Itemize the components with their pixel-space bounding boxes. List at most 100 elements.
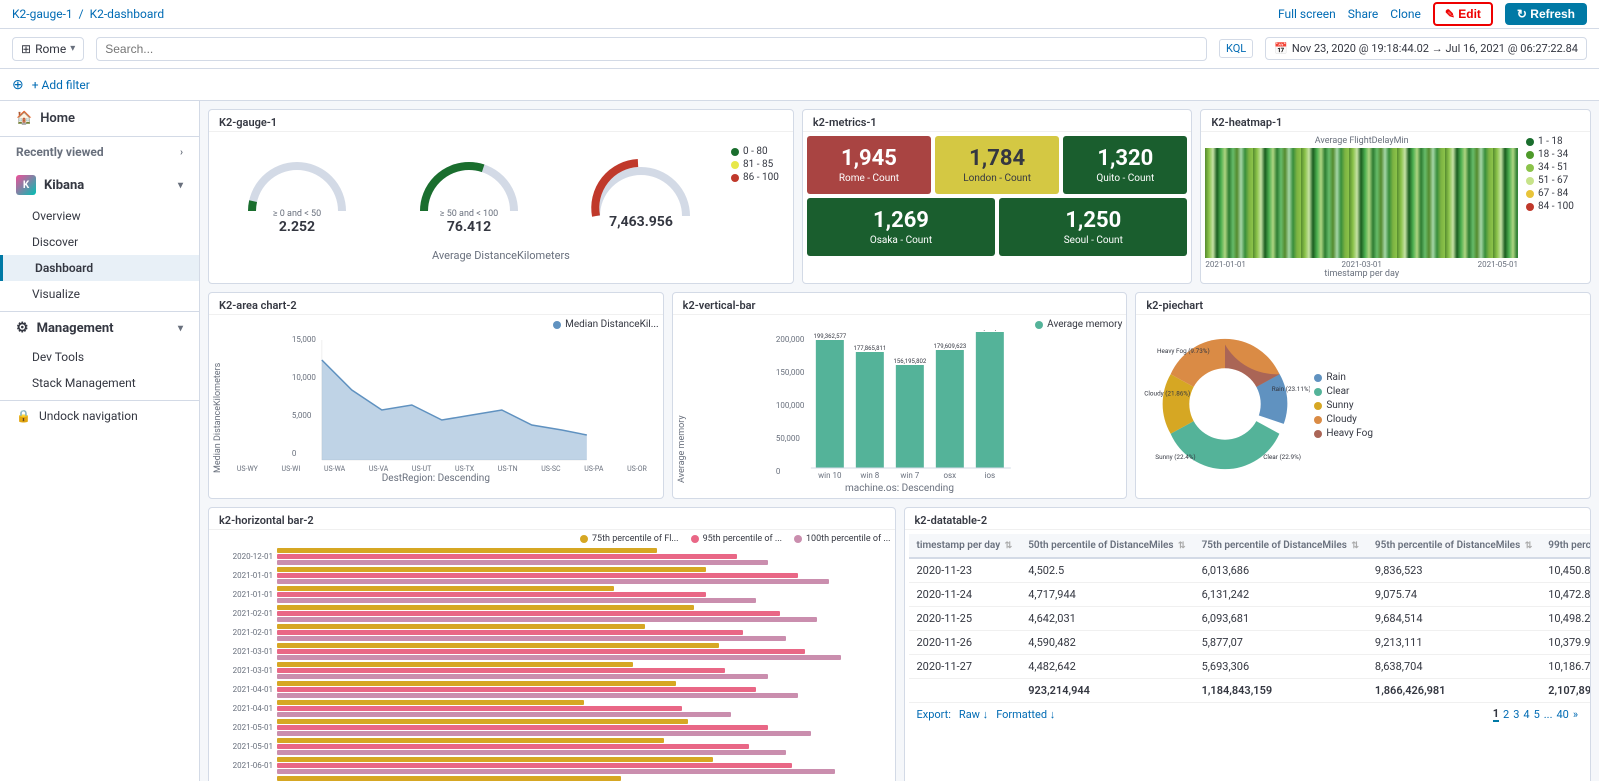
horizbar2-inner: 2020-12-01 2021-01-01 2021-01-01 2021-02… xyxy=(213,548,891,781)
cell-99: 10,498.26 xyxy=(1540,607,1590,631)
svg-text:Sunny (22.4%): Sunny (22.4%) xyxy=(1156,453,1196,461)
refresh-button[interactable]: ↻ Refresh xyxy=(1505,3,1587,25)
col-timestamp[interactable]: timestamp per day ⇅ xyxy=(909,534,1021,558)
heatmap-xtick-3: 2021-05-01 xyxy=(1478,260,1518,269)
legend-item-1: 0 - 80 xyxy=(731,146,779,157)
col-95th[interactable]: 95th percentile of DistanceMiles ⇅ xyxy=(1367,534,1540,558)
export-raw-link[interactable]: Raw ↓ xyxy=(959,708,988,721)
hbar-95-6 xyxy=(277,649,805,654)
page-1[interactable]: 1 xyxy=(1493,707,1499,722)
page-40[interactable]: 40 xyxy=(1556,708,1568,721)
hbar-legend-95: 95th percentile of ... xyxy=(691,534,782,544)
metrics1-panel: k2-metrics-1 1,945 Rome - Count 1,784 Lo… xyxy=(802,109,1193,284)
hbar-dot-100 xyxy=(794,535,802,543)
hbar-100-3 xyxy=(277,598,756,603)
pie-label-sunny: Sunny xyxy=(1326,400,1353,411)
cell-95-total: 1,866,426,981 xyxy=(1367,679,1540,703)
table-row-total: 923,214,9441,184,843,1591,866,426,9812,1… xyxy=(909,679,1591,703)
recently-viewed-label: Recently viewed xyxy=(16,145,104,159)
home-icon: 🏠 xyxy=(16,111,32,126)
date-range-picker[interactable]: 📅 Nov 23, 2020 @ 19:18:44.02 → Jul 16, 2… xyxy=(1265,37,1587,60)
top-bar-actions: Full screen Share Clone ✎ Edit ↻ Refresh xyxy=(1278,2,1587,26)
cell-50: 4,502.5 xyxy=(1020,558,1193,583)
hbar-95-12 xyxy=(277,763,792,768)
page-3[interactable]: 3 xyxy=(1513,708,1519,721)
metric-quito-label: Quito - Count xyxy=(1073,173,1177,184)
col-50th[interactable]: 50th percentile of DistanceMiles ⇅ xyxy=(1020,534,1193,558)
dashboard-rows: K2-gauge-1 ≥ 0 and < 50 2.252 xyxy=(208,109,1591,781)
sidebar-item-dashboard[interactable]: Dashboard xyxy=(0,255,199,281)
hbar-100-10 xyxy=(277,731,811,736)
filter-bar: ⊕ + Add filter xyxy=(0,69,1599,101)
hbar-group-3 xyxy=(277,586,891,603)
kql-badge[interactable]: KQL xyxy=(1219,39,1253,58)
areachart2-panel: K2-area chart-2 Median DistanceKil... Me… xyxy=(208,292,664,499)
svg-text:5,000: 5,000 xyxy=(292,411,312,420)
legend-label-2: 81 - 85 xyxy=(743,159,773,170)
fullscreen-link[interactable]: Full screen xyxy=(1278,7,1336,21)
metric-london-label: London - Count xyxy=(945,173,1049,184)
edit-button[interactable]: ✎ Edit xyxy=(1433,2,1493,26)
xtick-uswa: US-WA xyxy=(324,465,345,473)
page-2[interactable]: 2 xyxy=(1503,708,1509,721)
hbar-75-5 xyxy=(277,624,645,629)
metrics1-title: k2-metrics-1 xyxy=(803,110,1192,132)
page-5[interactable]: 5 xyxy=(1534,708,1540,721)
row1: K2-gauge-1 ≥ 0 and < 50 2.252 xyxy=(208,109,1591,284)
ylab-3: 2021-01-01 xyxy=(213,590,273,599)
index-selector[interactable]: ⊞ Rome ▾ xyxy=(12,37,84,61)
heatmap-xtick-2: 2021-03-01 xyxy=(1342,260,1382,269)
add-filter-button[interactable]: + Add filter xyxy=(32,78,90,92)
page-4[interactable]: 4 xyxy=(1523,708,1529,721)
table-row: 2020-11-244,717,9446,131,2429,075.7410,4… xyxy=(909,583,1591,607)
breadcrumb-dashboard[interactable]: K2-gauge-1 xyxy=(12,7,73,21)
page-next[interactable]: » xyxy=(1573,708,1578,721)
row2: K2-area chart-2 Median DistanceKil... Me… xyxy=(208,292,1591,499)
gauge1-item1: ≥ 0 and < 50 2.252 xyxy=(242,146,352,235)
clone-link[interactable]: Clone xyxy=(1390,7,1421,21)
vbar-legend-label: Average memory xyxy=(1047,319,1122,330)
svg-text:Rain (23.11%): Rain (23.11%) xyxy=(1272,385,1310,393)
pie-label-clear: Clear xyxy=(1326,386,1349,397)
heatmap-legend-label-3: 34 - 51 xyxy=(1538,162,1568,173)
sidebar-item-overview[interactable]: Overview xyxy=(0,203,199,229)
undock-navigation-button[interactable]: 🔒 Undock navigation xyxy=(0,400,199,431)
sidebar-item-discover[interactable]: Discover xyxy=(0,229,199,255)
areachart2-inner: Median DistanceKilometers 15,000 10,000 … xyxy=(213,330,659,473)
svg-text:ios: ios xyxy=(984,471,995,480)
sidebar-item-stackmgmt[interactable]: Stack Management xyxy=(0,370,199,396)
sidebar-item-visualize[interactable]: Visualize xyxy=(0,281,199,307)
management-section-header[interactable]: ⚙ Management ▾ xyxy=(0,311,199,344)
metric-rome-label: Rome - Count xyxy=(817,173,921,184)
heatmap-legend-5: 67 - 84 xyxy=(1526,188,1586,199)
kibana-section-header[interactable]: K Kibana ▾ xyxy=(0,167,199,203)
export-formatted-link[interactable]: Formatted ↓ xyxy=(996,708,1055,721)
xtick-uswi: US-WI xyxy=(282,465,301,473)
filter-icon[interactable]: ⊕ xyxy=(12,77,24,93)
hbar-group-6 xyxy=(277,643,891,660)
hbar-100-8 xyxy=(277,693,798,698)
areachart2-legend: Median DistanceKil... xyxy=(213,319,659,330)
areachart2-svg-wrap: 15,000 10,000 5,000 0 xyxy=(225,330,659,473)
svg-text:199,362,577: 199,362,577 xyxy=(813,333,846,340)
heatmap-dot-5 xyxy=(1526,190,1534,198)
heatmap1-legend: 1 - 18 18 - 34 34 - 51 51 - 67 67 - 84 8… xyxy=(1526,136,1586,279)
hbar-75-1 xyxy=(277,548,657,553)
recently-viewed-header: Recently viewed › xyxy=(0,137,199,167)
hbar-group-12 xyxy=(277,757,891,774)
table-row: 2020-11-274,482,6425,693,3068,638,70410,… xyxy=(909,655,1591,679)
hbar-group-13 xyxy=(277,776,891,781)
share-link[interactable]: Share xyxy=(1348,7,1379,21)
gauge1-subtitle: Average DistanceKilometers xyxy=(209,249,793,270)
sort-icon-50th: ⇅ xyxy=(1178,541,1186,551)
col-99th[interactable]: 99th percentile of DistanceMiles ⇅ xyxy=(1540,534,1590,558)
ylab-7: 2021-03-01 xyxy=(213,666,273,675)
sidebar-item-devtools[interactable]: Dev Tools xyxy=(0,344,199,370)
col-75th[interactable]: 75th percentile of DistanceMiles ⇅ xyxy=(1194,534,1367,558)
svg-text:osx: osx xyxy=(943,471,956,480)
hbar-100-7 xyxy=(277,674,768,679)
svg-text:Cloudy (21.86%): Cloudy (21.86%) xyxy=(1145,390,1191,398)
search-input[interactable] xyxy=(96,37,1207,61)
horizbar2-panel: k2-horizontal bar-2 75th percentile of F… xyxy=(208,507,896,781)
sidebar-item-home[interactable]: 🏠 Home xyxy=(0,101,199,137)
